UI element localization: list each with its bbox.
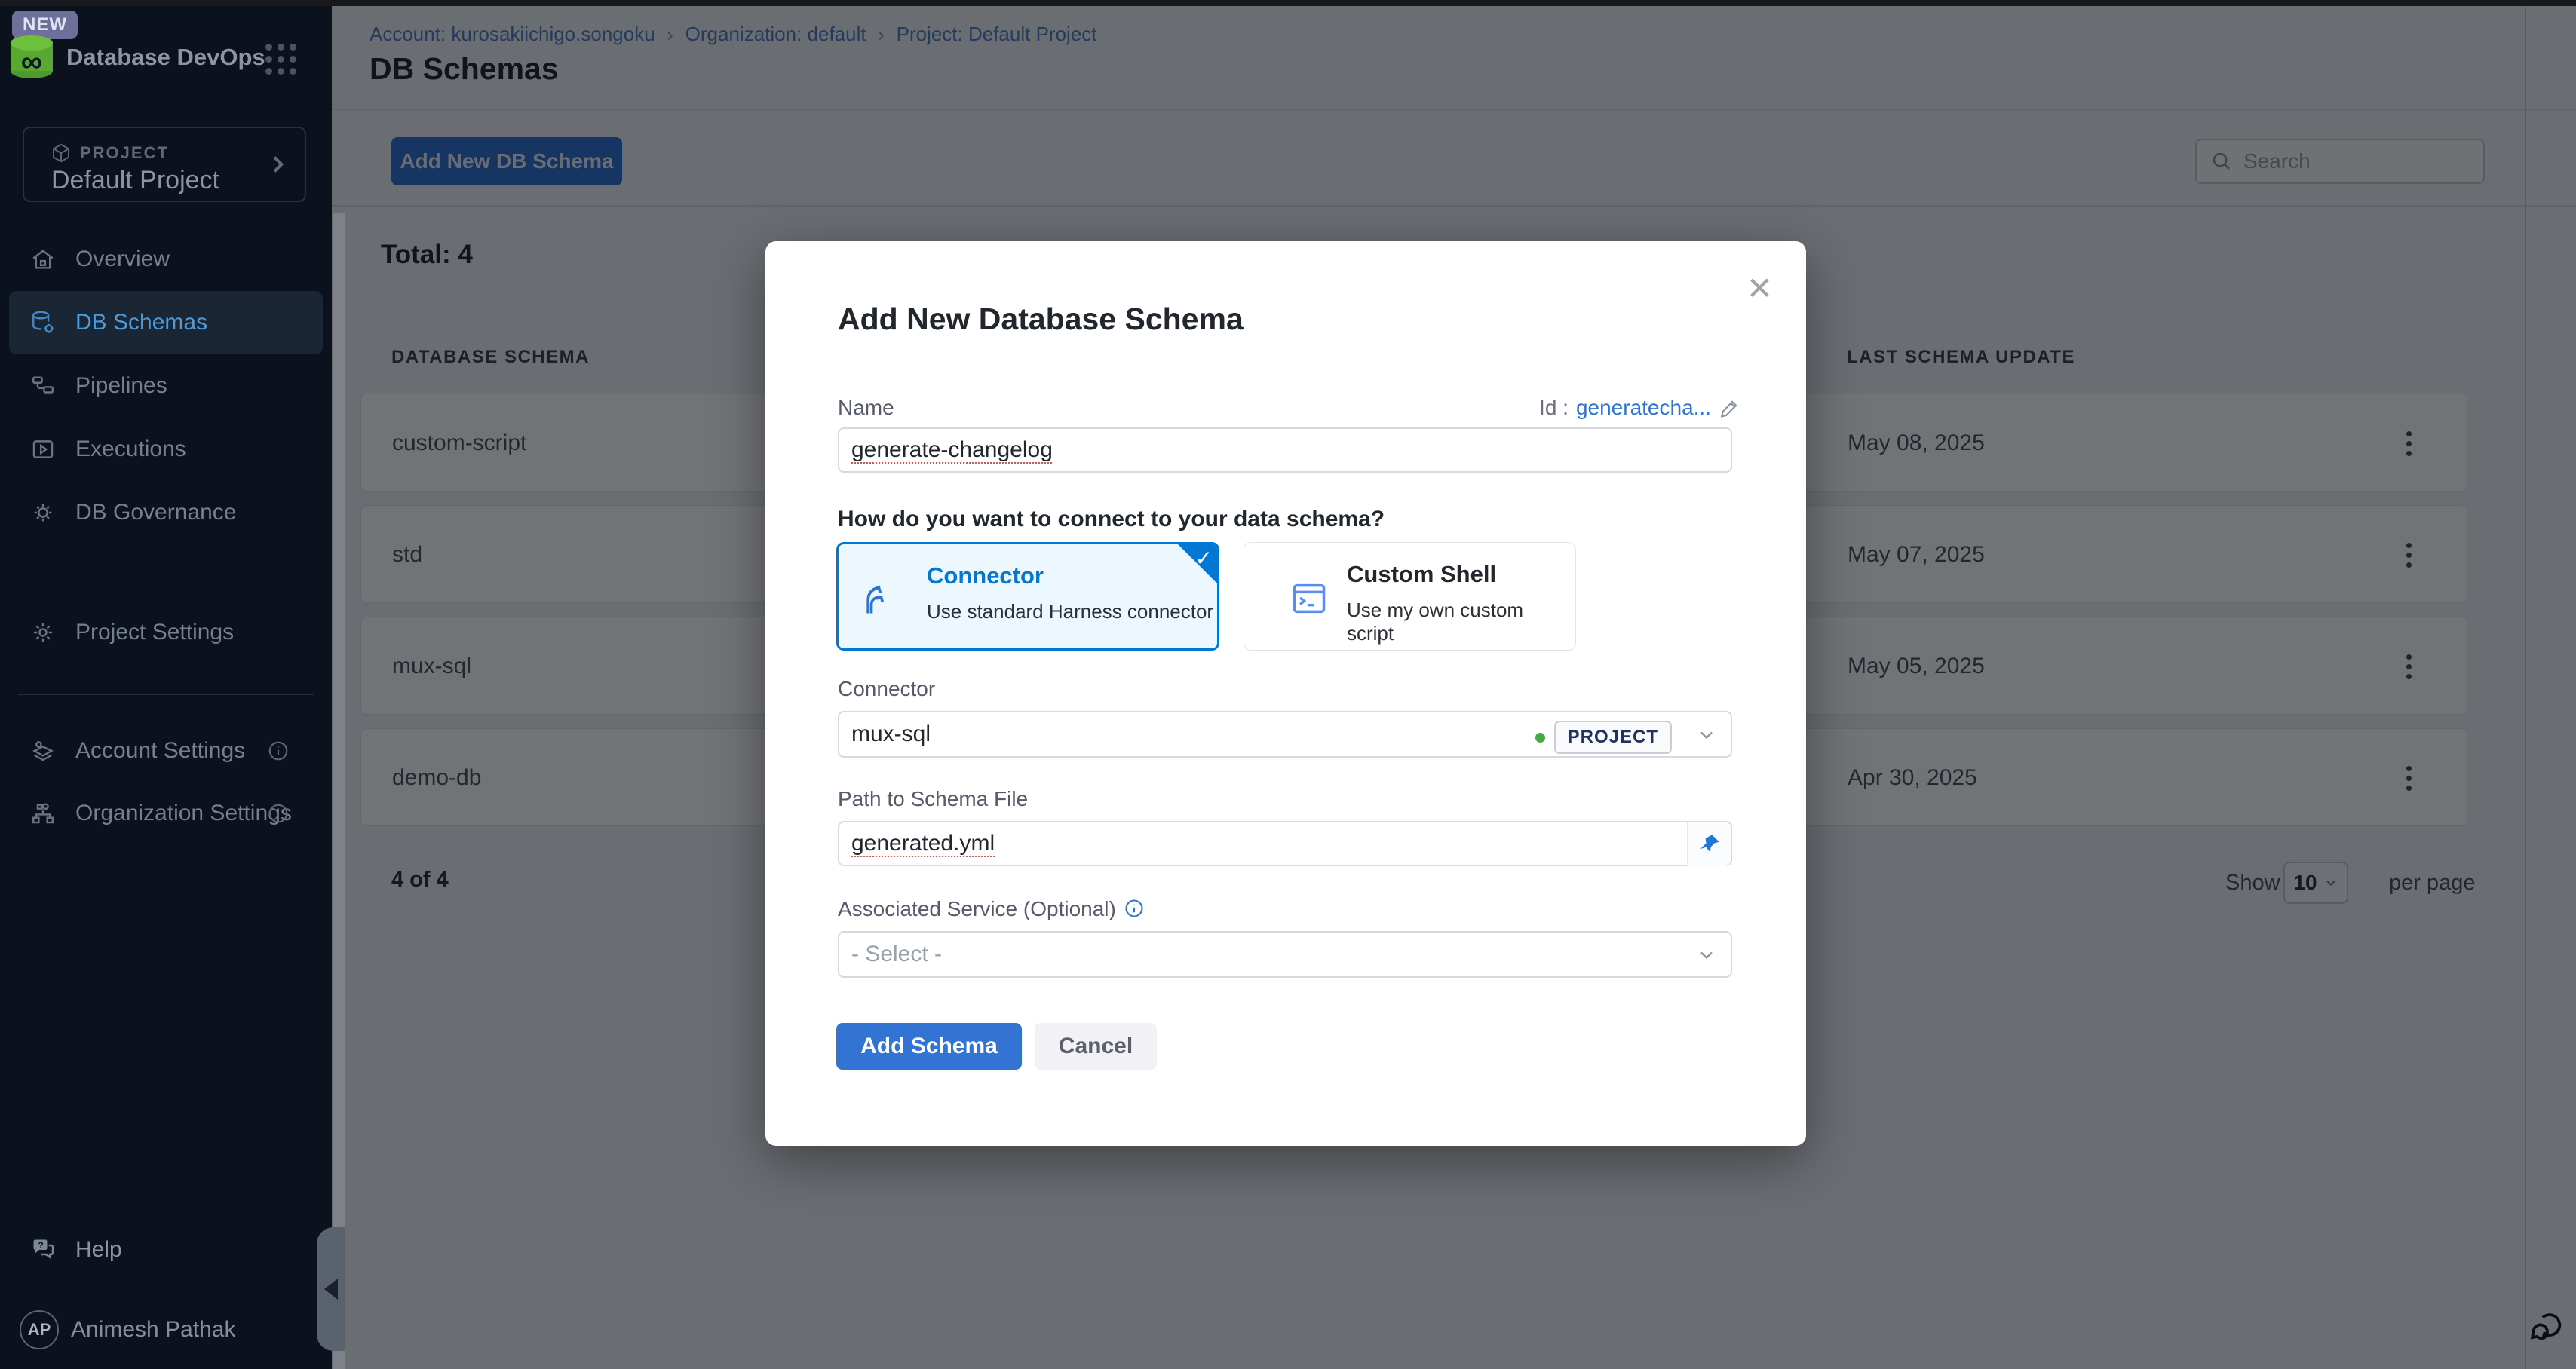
scope-badge: PROJECT [1554,721,1672,754]
connector-select[interactable]: mux-sql PROJECT [838,711,1732,758]
info-icon [267,802,290,825]
name-label: Name [838,396,894,420]
sidebar-item-pipelines[interactable]: Pipelines [9,354,323,418]
edit-pencil-icon[interactable] [1719,397,1741,419]
path-input-value: generated.yml [851,831,995,856]
modal-title: Add New Database Schema [838,302,1244,337]
connector-label: Connector [838,677,935,701]
sidebar-scrollbar[interactable] [333,213,345,1369]
add-schema-modal: ✕ Add New Database Schema Name Id : gene… [765,241,1806,1146]
project-selector[interactable]: PROJECT Default Project [23,127,306,202]
sidebar-divider [18,694,314,695]
sidebar-item-label: Help [75,1237,122,1263]
sidebar-item-project-settings[interactable]: Project Settings [9,601,323,664]
chevron-right-icon [265,152,290,176]
option-subtitle: Use standard Harness connector [927,600,1213,623]
layers-gear-icon [30,738,56,764]
gear-icon [30,620,56,645]
sidebar-item-label: DB Schemas [75,310,207,335]
connect-question: How do you want to connect to your data … [838,507,1385,532]
status-dot [1535,733,1545,743]
chevron-down-icon [1696,945,1717,966]
pin-zone[interactable] [1687,822,1731,866]
executions-icon [30,436,56,462]
connector-scope: PROJECT [1535,721,1672,754]
service-label: Associated Service (Optional) [838,897,1145,921]
sidebar-item-label: Organization Settings [75,801,292,826]
home-icon [30,247,56,272]
name-input-value: generate-changelog [851,437,1053,463]
id-label: Id : [1539,396,1569,420]
sidebar-item-account-settings[interactable]: Account Settings [9,719,323,783]
pipelines-icon [30,373,56,399]
info-icon[interactable] [1124,898,1145,919]
sidebar-item-label: DB Governance [75,500,236,525]
screen: Account: kurosakiichigo.songoku›Organiza… [0,0,2576,1369]
sidebar-collapse-handle[interactable] [317,1227,345,1351]
user-profile[interactable]: AP Animesh Pathak [0,1300,332,1360]
option-title: Connector [927,562,1044,590]
service-value: - Select - [851,942,942,967]
path-input[interactable]: generated.yml [838,821,1732,866]
option-card-connector[interactable]: ✓ Connector Use standard Harness connect… [836,542,1219,651]
product-name: Database DevOps [66,44,265,71]
sidebar-item-executions[interactable]: Executions [9,418,323,481]
sidebar-item-help[interactable]: ? Help [9,1218,296,1282]
info-icon [267,740,290,762]
window-top-strip [0,0,2576,6]
option-subtitle: Use my own custom script [1347,599,1575,645]
path-label: Path to Schema File [838,787,1028,811]
db-schema-icon [30,310,56,335]
help-chat-icon: ? [30,1236,57,1263]
org-chart-gear-icon [30,801,56,826]
cancel-button[interactable]: Cancel [1035,1023,1157,1070]
svg-text:?: ? [38,1240,44,1251]
infinity-glyph: ∞ [8,45,56,79]
chevron-down-icon [1696,724,1717,746]
check-icon: ✓ [1195,546,1213,571]
name-input[interactable]: generate-changelog [838,427,1732,473]
id-row: Id : generatecha... [1539,396,1741,420]
connector-value: mux-sql [851,721,931,747]
add-schema-button[interactable]: Add Schema [836,1023,1022,1070]
sidebar-item-label: Overview [75,247,170,272]
cube-icon [50,142,72,164]
terminal-icon [1290,579,1329,618]
database-devops-logo[interactable]: ∞ [8,35,56,80]
avatar: AP [20,1310,59,1349]
sidebar-item-label: Project Settings [75,620,234,645]
project-selector-value: Default Project [51,166,219,195]
user-name: Animesh Pathak [71,1317,235,1343]
option-title: Custom Shell [1347,561,1496,588]
sidebar-item-label: Executions [75,436,186,462]
connector-arrows-icon [857,579,896,618]
service-select[interactable]: - Select - [838,931,1732,978]
option-card-custom-shell[interactable]: Custom Shell Use my own custom script [1244,542,1576,651]
sidebar-item-db-governance[interactable]: DB Governance [9,481,323,544]
sidebar-item-label: Pipelines [75,373,167,399]
pin-icon [1697,832,1722,856]
collapse-arrow-icon [324,1279,338,1300]
sidebar-item-overview[interactable]: Overview [9,228,323,291]
sidebar: NEW ∞ Database DevOps PROJECT Default Pr… [0,0,332,1369]
sidebar-item-db-schemas[interactable]: DB Schemas [9,291,323,354]
module-grid-icon[interactable] [265,44,297,75]
sidebar-item-organization-settings[interactable]: Organization Settings [9,782,323,845]
id-value-link[interactable]: generatecha... [1576,396,1711,420]
sidebar-item-label: Account Settings [75,738,245,764]
close-icon[interactable]: ✕ [1746,273,1773,305]
governance-icon [30,500,56,525]
project-selector-label: PROJECT [80,143,169,163]
